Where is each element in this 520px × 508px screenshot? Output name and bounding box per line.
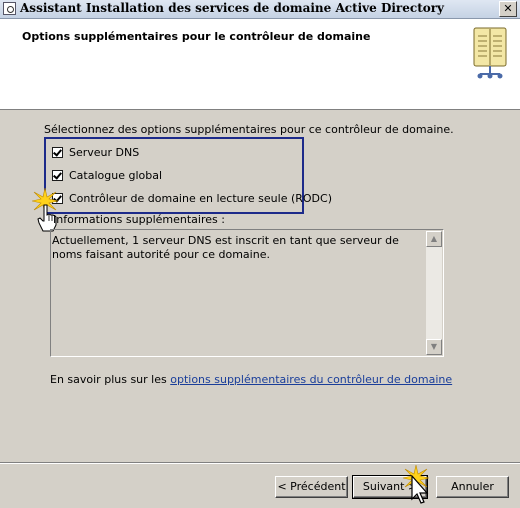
scroll-down-arrow-icon[interactable]: ▼ bbox=[426, 339, 442, 355]
wizard-header: Options supplémentaires pour le contrôle… bbox=[0, 19, 520, 110]
option-dns-server[interactable]: Serveur DNS bbox=[52, 145, 139, 159]
close-button[interactable]: ✕ bbox=[499, 1, 517, 17]
app-icon bbox=[3, 2, 16, 15]
learn-more: En savoir plus sur les options supplémen… bbox=[50, 373, 452, 386]
info-label: Informations supplémentaires : bbox=[53, 213, 225, 226]
global-catalog-label: Catalogue global bbox=[69, 168, 163, 182]
back-button[interactable]: < Précédent bbox=[275, 476, 348, 498]
learn-more-link[interactable]: options supplémentaires du contrôleur de… bbox=[170, 373, 452, 386]
title-bar: Assistant Installation des services de d… bbox=[0, 0, 520, 19]
arrow-cursor-icon bbox=[411, 474, 431, 505]
cancel-button[interactable]: Annuler bbox=[436, 476, 509, 498]
footer-separator bbox=[0, 462, 520, 464]
directory-book-icon bbox=[472, 24, 508, 84]
dns-server-checkbox[interactable] bbox=[52, 146, 63, 158]
option-rodc[interactable]: Contrôleur de domaine en lecture seule (… bbox=[52, 191, 332, 205]
info-text: Actuellement, 1 serveur DNS est inscrit … bbox=[52, 234, 399, 261]
page-title: Options supplémentaires pour le contrôle… bbox=[22, 30, 371, 43]
global-catalog-checkbox[interactable] bbox=[52, 169, 63, 181]
intro-text: Sélectionnez des options supplémentaires… bbox=[44, 123, 454, 136]
dns-server-label: Serveur DNS bbox=[69, 145, 140, 159]
scroll-up-arrow-icon[interactable]: ▲ bbox=[426, 231, 442, 247]
info-scrollbar[interactable]: ▲ ▼ bbox=[426, 231, 442, 355]
window-title: Assistant Installation des services de d… bbox=[20, 1, 445, 15]
rodc-label: Contrôleur de domaine en lecture seule (… bbox=[69, 191, 332, 205]
option-global-catalog[interactable]: Catalogue global bbox=[52, 168, 162, 182]
learn-more-prefix: En savoir plus sur les bbox=[50, 373, 167, 386]
